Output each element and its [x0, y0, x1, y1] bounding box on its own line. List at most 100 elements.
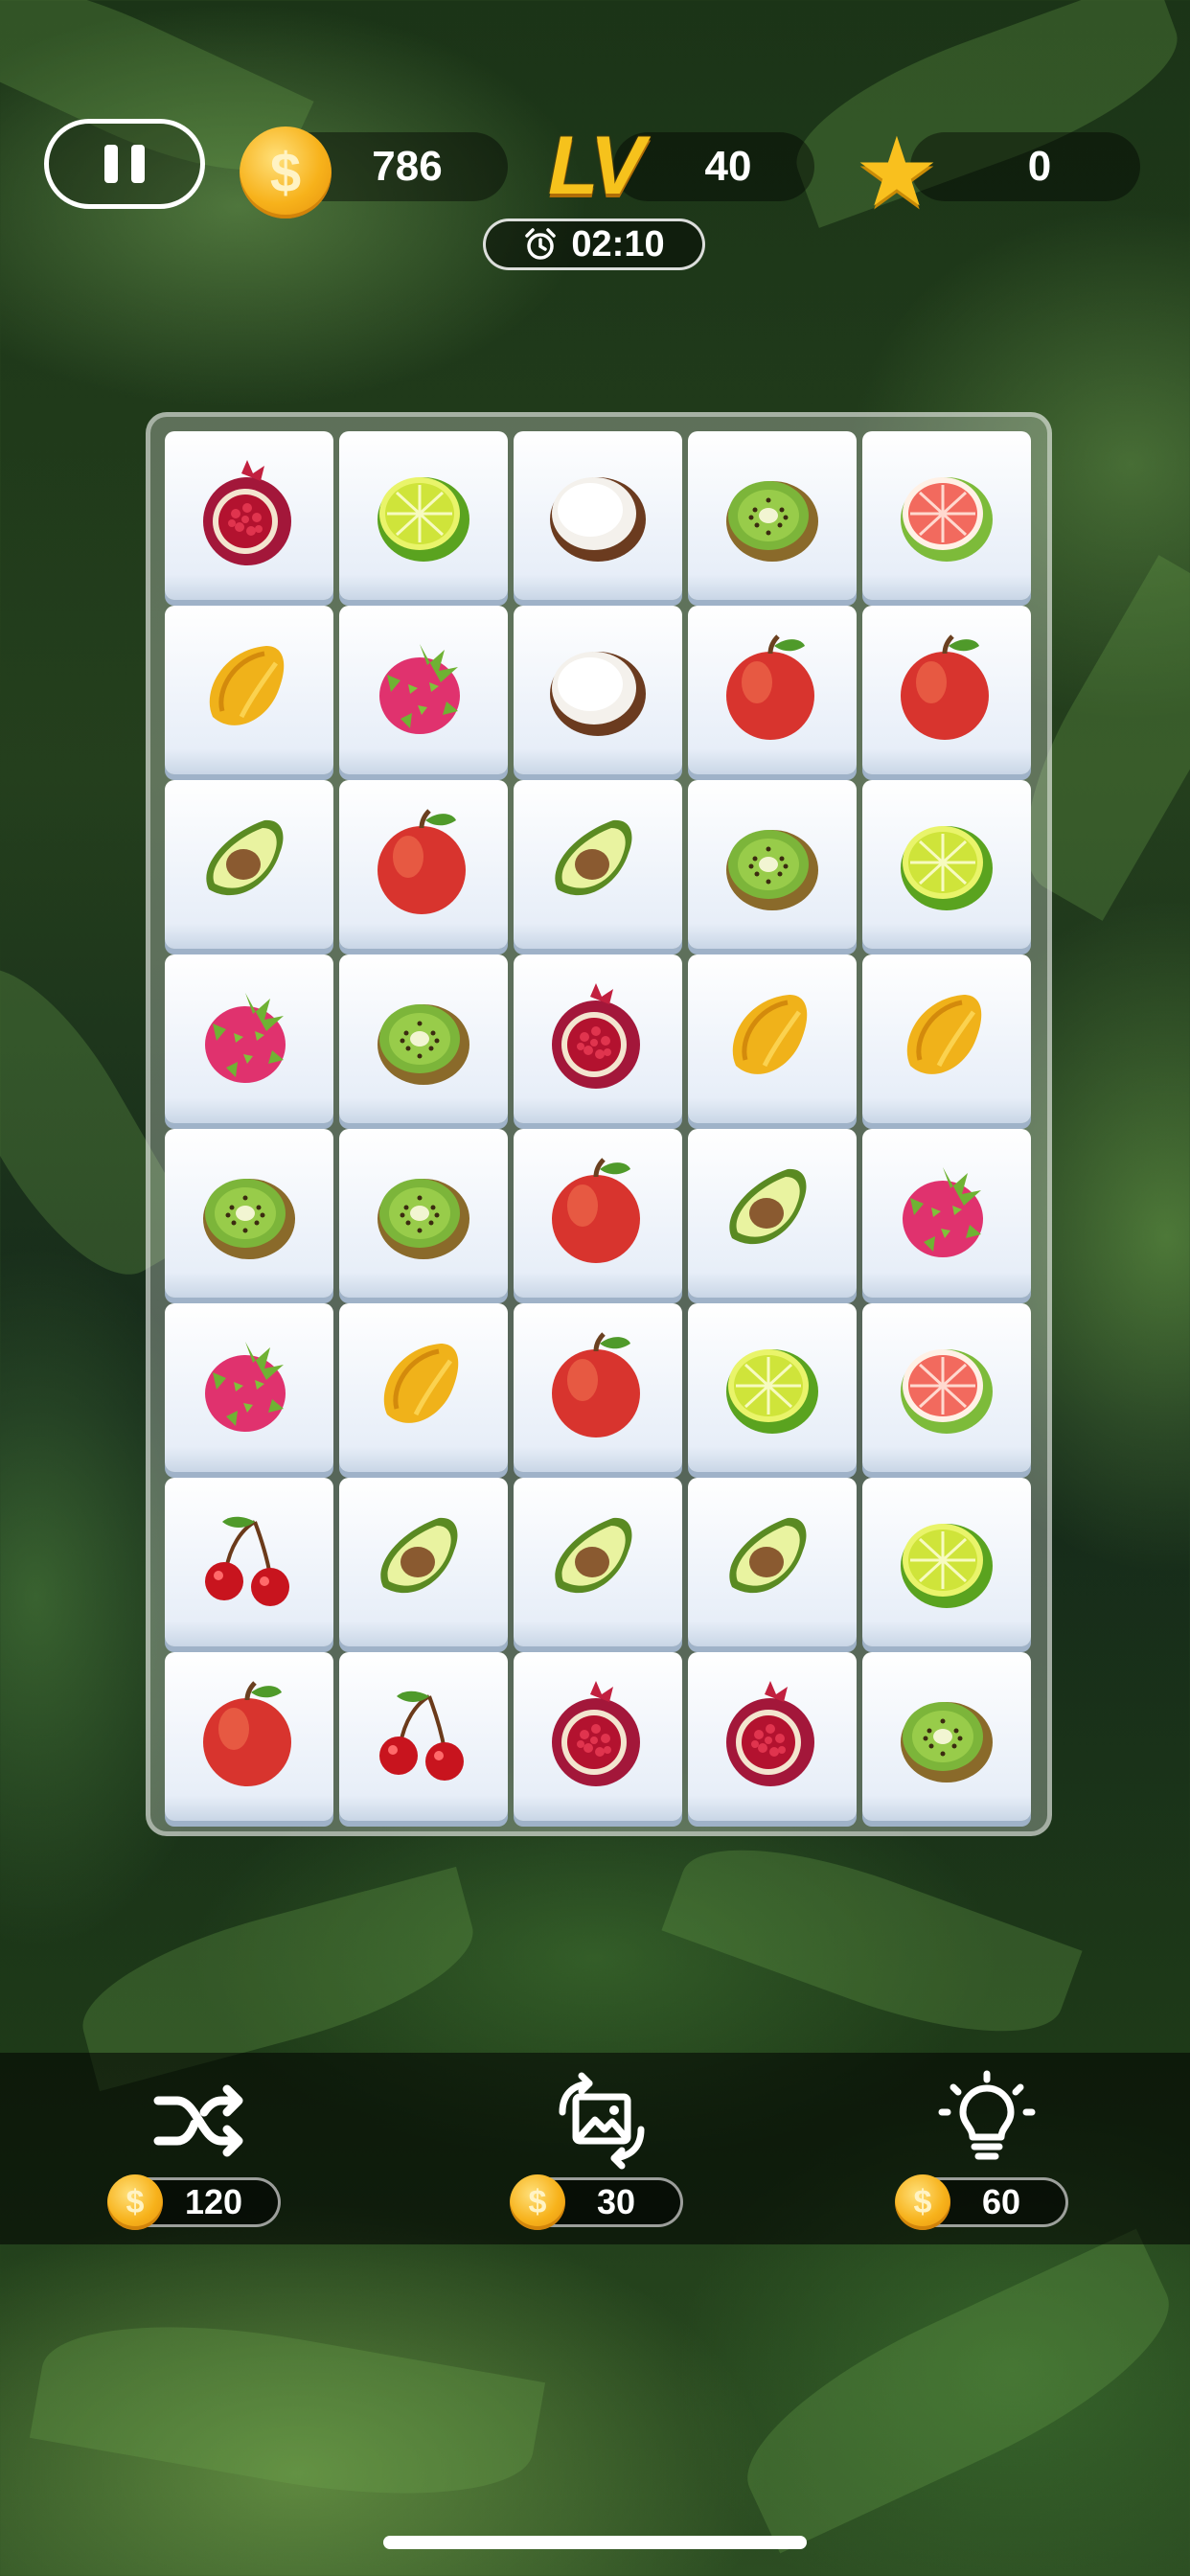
shuffle-cost: $ 120 [107, 2174, 281, 2230]
pomegranate-icon [726, 1681, 814, 1786]
hint-cost-value: 60 [981, 2182, 1021, 2221]
image-swap-button[interactable]: $ 30 [506, 2068, 698, 2230]
avocado-icon [206, 819, 284, 896]
image-swap-cost-value: 30 [596, 2182, 636, 2221]
pomegranate-icon [552, 983, 640, 1089]
apple-icon [901, 634, 989, 740]
tile-apple[interactable] [862, 606, 1031, 774]
dragonfruit-icon [379, 644, 460, 734]
star-count: 0 [1027, 143, 1052, 190]
grapefruit-icon [901, 1349, 993, 1434]
coin-icon: $ [895, 2174, 950, 2230]
grapefruit-icon [901, 477, 993, 562]
tile-avocado[interactable] [339, 1478, 508, 1646]
tile-pomegranate[interactable] [688, 1652, 857, 1821]
tile-apple[interactable] [514, 1129, 682, 1298]
kiwi-icon [378, 1179, 469, 1259]
tile-pomegranate[interactable] [514, 1652, 682, 1821]
tile-starfruit[interactable] [339, 1303, 508, 1472]
coin-icon: $ [107, 2174, 163, 2230]
tile-starfruit[interactable] [688, 954, 857, 1123]
image-swap-cost: $ 30 [510, 2174, 683, 2230]
apple-icon [552, 1158, 640, 1263]
tile-kiwi[interactable] [339, 1129, 508, 1298]
tile-dragonfruit[interactable] [165, 954, 333, 1123]
tile-cherry[interactable] [339, 1652, 508, 1821]
tile-lime[interactable] [862, 780, 1031, 949]
shuffle-icon [153, 2084, 243, 2157]
tile-coconut[interactable] [514, 606, 682, 774]
tile-avocado[interactable] [514, 780, 682, 949]
kiwi-icon [378, 1004, 469, 1085]
tile-apple[interactable] [688, 606, 857, 774]
apple-icon [378, 809, 466, 914]
tile-pomegranate[interactable] [165, 431, 333, 600]
pomegranate-icon [203, 460, 291, 565]
pause-icon-bar [104, 145, 118, 183]
avocado-icon [555, 819, 632, 896]
avocado-icon [555, 1517, 632, 1594]
alarm-clock-icon [525, 228, 557, 260]
tile-dragonfruit[interactable] [165, 1303, 333, 1472]
home-indicator[interactable] [383, 2536, 807, 2549]
shuffle-button[interactable]: $ 120 [103, 2068, 295, 2230]
avocado-icon [729, 1168, 807, 1245]
tile-kiwi[interactable] [165, 1129, 333, 1298]
coin-icon: $ [510, 2174, 565, 2230]
timer: 02:10 [483, 218, 705, 270]
pause-button[interactable] [44, 119, 205, 209]
dragonfruit-icon [205, 993, 286, 1083]
tile-dragonfruit[interactable] [862, 1129, 1031, 1298]
timer-value: 02:10 [571, 223, 665, 264]
tile-avocado[interactable] [688, 1478, 857, 1646]
tile-kiwi[interactable] [688, 431, 857, 600]
tile-apple[interactable] [339, 780, 508, 949]
coconut-icon [550, 652, 646, 736]
background-leaf [661, 1813, 1083, 2068]
tile-cherry[interactable] [165, 1478, 333, 1646]
star-counter: 0 [910, 132, 1140, 201]
cherry-icon [205, 1516, 289, 1606]
tile-grapefruit[interactable] [862, 431, 1031, 600]
apple-icon [203, 1681, 291, 1786]
level-label: LV [548, 120, 645, 212]
starfruit-icon [732, 995, 808, 1074]
tile-pomegranate[interactable] [514, 954, 682, 1123]
tile-starfruit[interactable] [165, 606, 333, 774]
tile-starfruit[interactable] [862, 954, 1031, 1123]
tile-grid [165, 431, 1035, 1821]
dragonfruit-icon [205, 1342, 286, 1432]
cherry-icon [379, 1690, 464, 1781]
dragonfruit-icon [903, 1167, 983, 1257]
starfruit-icon [209, 646, 285, 725]
level-number: 40 [704, 143, 752, 190]
lime-icon [901, 826, 993, 910]
background-leaf [719, 2228, 1190, 2554]
tile-kiwi[interactable] [862, 1652, 1031, 1821]
kiwi-icon [901, 1702, 993, 1782]
kiwi-icon [726, 830, 818, 910]
tile-lime[interactable] [688, 1303, 857, 1472]
hint-button[interactable]: $ 60 [891, 2068, 1083, 2230]
hint-cost: $ 60 [895, 2174, 1068, 2230]
tile-lime[interactable] [339, 431, 508, 600]
tile-dragonfruit[interactable] [339, 606, 508, 774]
tile-apple[interactable] [514, 1303, 682, 1472]
tile-avocado[interactable] [688, 1129, 857, 1298]
tile-grapefruit[interactable] [862, 1303, 1031, 1472]
pause-icon-bar [131, 145, 145, 183]
tile-kiwi[interactable] [339, 954, 508, 1123]
lime-icon [378, 477, 469, 562]
tile-kiwi[interactable] [688, 780, 857, 949]
kiwi-icon [203, 1179, 295, 1259]
tile-avocado[interactable] [165, 780, 333, 949]
star-icon: ★ [854, 119, 940, 226]
tile-coconut[interactable] [514, 431, 682, 600]
coin-icon: $ [240, 126, 332, 218]
tile-avocado[interactable] [514, 1478, 682, 1646]
level-counter: 40 [613, 132, 814, 201]
background-leaf [29, 2295, 546, 2525]
tile-apple[interactable] [165, 1652, 333, 1821]
avocado-icon [380, 1517, 458, 1594]
tile-lime[interactable] [862, 1478, 1031, 1646]
